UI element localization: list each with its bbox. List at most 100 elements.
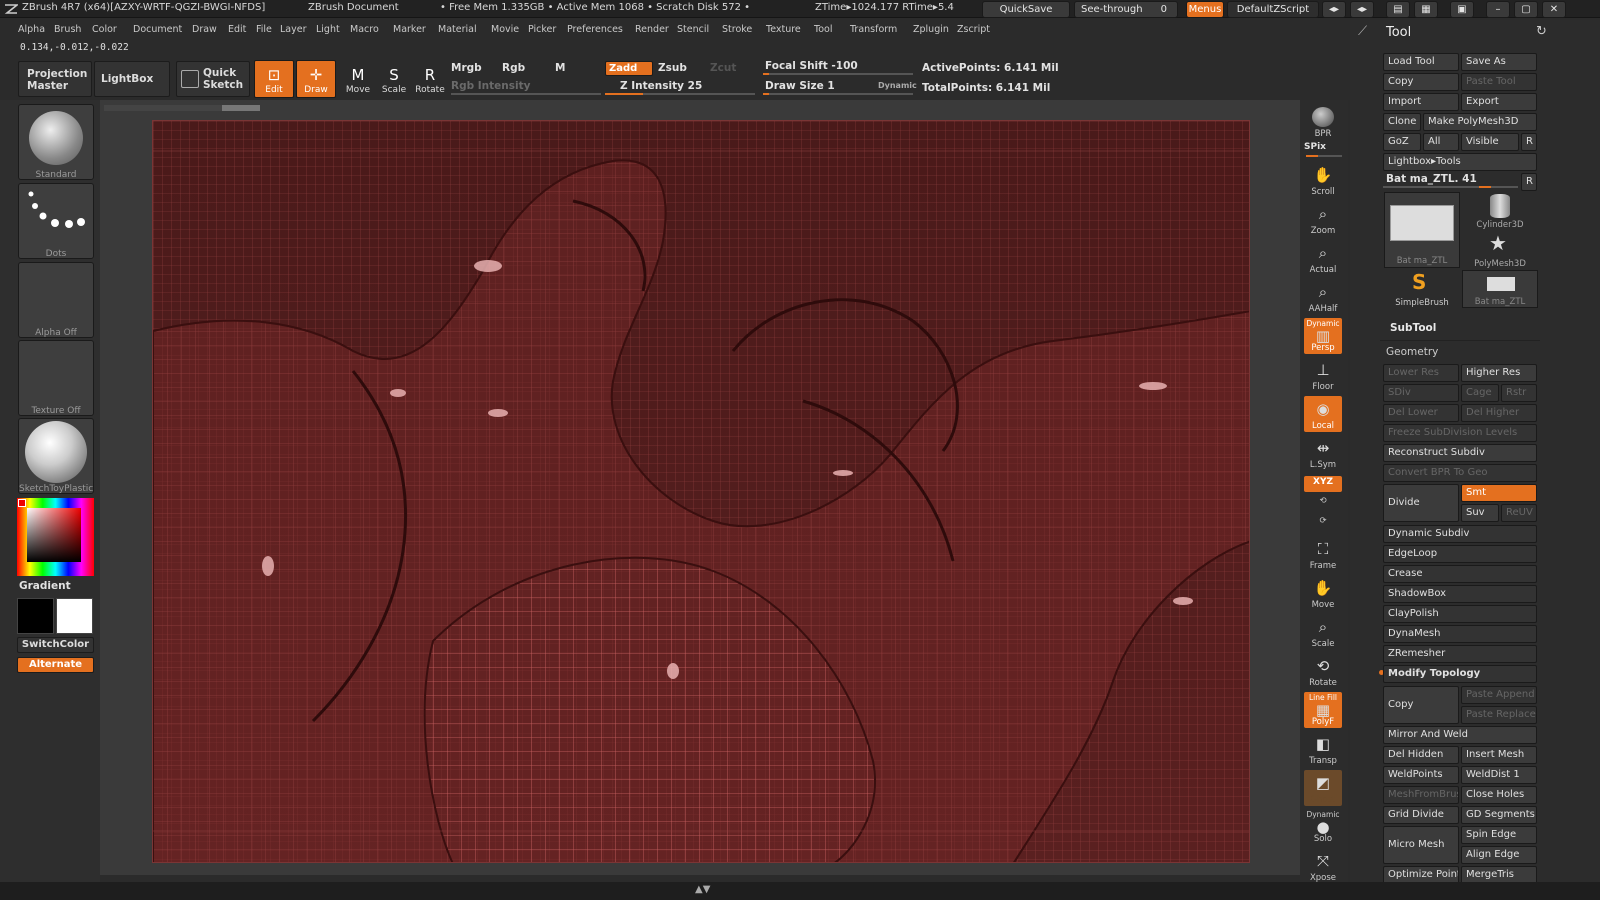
- del-higher-button[interactable]: Del Higher: [1461, 404, 1537, 422]
- menu-zscript[interactable]: Zscript: [957, 24, 990, 35]
- menus-button[interactable]: Menus: [1186, 1, 1224, 18]
- suv-toggle[interactable]: Suv: [1461, 504, 1499, 522]
- reconstruct-subdiv-button[interactable]: Reconstruct Subdiv: [1383, 444, 1537, 462]
- close-holes-button[interactable]: Close Holes: [1461, 786, 1537, 804]
- current-tool-r-button[interactable]: R: [1521, 173, 1537, 191]
- spix-track[interactable]: [1306, 155, 1342, 157]
- tool-palette-title[interactable]: Tool: [1386, 25, 1411, 40]
- menu-marker[interactable]: Marker: [393, 24, 426, 35]
- quick-sketch-button[interactable]: Quick Sketch: [176, 61, 250, 97]
- menu-document[interactable]: Document: [133, 24, 182, 35]
- ui-layout-icon[interactable]: ▤: [1386, 1, 1410, 18]
- zcut-button[interactable]: Zcut: [710, 62, 736, 74]
- lock-icon[interactable]: ▣: [1450, 1, 1474, 18]
- lightbox-tools-button[interactable]: Lightbox▸Tools: [1383, 153, 1537, 171]
- default-zscript-button[interactable]: DefaultZScript: [1227, 1, 1319, 18]
- menu-draw[interactable]: Draw: [192, 24, 217, 35]
- tool-thumb-bat[interactable]: Bat ma_ZTL: [1384, 192, 1460, 268]
- quicksave-button[interactable]: QuickSave: [982, 1, 1070, 18]
- menu-stroke[interactable]: Stroke: [722, 24, 752, 35]
- subtool-section[interactable]: SubTool: [1390, 322, 1436, 334]
- clone-button[interactable]: Clone: [1383, 113, 1421, 131]
- tool-thumb-bat2[interactable]: Bat ma_ZTL: [1462, 270, 1538, 308]
- menu-texture[interactable]: Texture: [766, 24, 801, 35]
- higher-res-button[interactable]: Higher Res: [1461, 364, 1537, 382]
- del-hidden-button[interactable]: Del Hidden: [1383, 746, 1459, 764]
- mirror-and-weld-button[interactable]: Mirror And Weld: [1383, 726, 1537, 744]
- secondary-color-swatch[interactable]: [17, 598, 54, 634]
- menu-alpha[interactable]: Alpha: [18, 24, 45, 35]
- scroll-button[interactable]: ✋ Scroll: [1304, 162, 1342, 198]
- del-lower-button[interactable]: Del Lower: [1383, 404, 1459, 422]
- menu-preferences[interactable]: Preferences: [567, 24, 623, 35]
- edit-button[interactable]: ⊡ Edit: [254, 60, 294, 98]
- minimize-icon[interactable]: –: [1486, 1, 1510, 18]
- menu-tool[interactable]: Tool: [814, 24, 832, 35]
- import-button[interactable]: Import: [1383, 93, 1459, 111]
- actual-button[interactable]: ⌕ Actual: [1304, 240, 1342, 276]
- frame-button[interactable]: ⛶ Frame: [1304, 536, 1342, 572]
- xyz-button[interactable]: XYZ: [1304, 476, 1342, 492]
- zsub-button[interactable]: Zsub: [658, 62, 687, 74]
- mrgb-button[interactable]: Mrgb: [451, 62, 482, 74]
- menu-movie[interactable]: Movie: [491, 24, 519, 35]
- weldpoints-button[interactable]: WeldPoints: [1383, 766, 1459, 784]
- zadd-button[interactable]: Zadd: [605, 61, 653, 76]
- texture-picker[interactable]: Texture Off: [18, 340, 94, 416]
- canvas-scroll-thumb[interactable]: [222, 105, 260, 111]
- meshfrombrush-button[interactable]: MeshFromBrush: [1383, 786, 1459, 804]
- menu-stencil[interactable]: Stencil: [677, 24, 709, 35]
- edgeloop-section[interactable]: EdgeLoop: [1383, 545, 1537, 563]
- goz-all-button[interactable]: All: [1423, 133, 1459, 151]
- paste-replace-button[interactable]: Paste Replace: [1461, 706, 1537, 724]
- copy-subtool-button[interactable]: Copy: [1383, 686, 1459, 724]
- color-saturation-square[interactable]: [27, 508, 81, 562]
- lower-res-button[interactable]: Lower Res: [1383, 364, 1459, 382]
- floor-button[interactable]: ⊥ Floor: [1304, 357, 1342, 393]
- menu-transform[interactable]: Transform: [850, 24, 897, 35]
- close-icon[interactable]: ✕: [1542, 1, 1566, 18]
- save-as-button[interactable]: Save As: [1461, 53, 1537, 71]
- current-tool-track[interactable]: [1383, 186, 1518, 188]
- bpr-button[interactable]: BPR: [1304, 104, 1342, 140]
- xpose-button[interactable]: ⤧ Xpose: [1304, 848, 1342, 884]
- rgb-button[interactable]: Rgb: [502, 62, 525, 74]
- see-through-slider[interactable]: See-through 0: [1074, 1, 1178, 18]
- tool-thumb-simplebrush[interactable]: S SimpleBrush: [1384, 270, 1460, 308]
- alpha-picker[interactable]: Alpha Off: [18, 262, 94, 338]
- copy-tool-button[interactable]: Copy: [1383, 73, 1459, 91]
- menu-brush[interactable]: Brush: [54, 24, 81, 35]
- rotate-view-button[interactable]: ⟲ Rotate: [1304, 653, 1342, 689]
- rstr-button[interactable]: Rstr: [1501, 384, 1537, 402]
- sdiv-slider[interactable]: SDiv: [1383, 384, 1459, 402]
- ghost-button[interactable]: ◩ Ghost: [1304, 770, 1342, 806]
- tool-palette-pin-icon[interactable]: ⟋: [1358, 24, 1367, 39]
- divide-button[interactable]: Divide: [1383, 484, 1459, 522]
- canvas-scroll-indicator[interactable]: [104, 105, 260, 111]
- m-button[interactable]: M: [555, 62, 565, 74]
- reuv-button[interactable]: ReUV: [1501, 504, 1537, 522]
- z-intensity-track[interactable]: [605, 93, 755, 95]
- layout-left-icon[interactable]: ◂▸: [1322, 1, 1346, 18]
- menu-edit[interactable]: Edit: [228, 24, 246, 35]
- persp-button[interactable]: Dynamic ▥ Persp: [1304, 318, 1342, 354]
- solo-button[interactable]: Dynamic ● Solo: [1304, 809, 1342, 845]
- welddist-slider[interactable]: WeldDist 1: [1461, 766, 1537, 784]
- menu-file[interactable]: File: [256, 24, 272, 35]
- scale-button[interactable]: S Scale: [374, 60, 414, 98]
- align-edge-button[interactable]: Align Edge: [1461, 846, 1537, 864]
- zoom-button[interactable]: ⌕ Zoom: [1304, 201, 1342, 237]
- shadowbox-section[interactable]: ShadowBox: [1383, 585, 1537, 603]
- paste-append-button[interactable]: Paste Append: [1461, 686, 1537, 704]
- horse-relief-mesh[interactable]: [152, 120, 1250, 863]
- focal-shift-slider[interactable]: Focal Shift -100: [765, 60, 858, 72]
- alternate-button[interactable]: Alternate: [17, 657, 94, 673]
- goz-visible-button[interactable]: Visible: [1461, 133, 1519, 151]
- dynamic-toggle[interactable]: Dynamic: [878, 81, 917, 90]
- spix-slider[interactable]: SPix: [1304, 142, 1326, 152]
- layout-right-icon[interactable]: ◂▸: [1350, 1, 1374, 18]
- main-color-swatch[interactable]: [56, 598, 93, 634]
- maximize-icon[interactable]: ▢: [1514, 1, 1538, 18]
- local-button[interactable]: ◉ Local: [1304, 396, 1342, 432]
- menu-color[interactable]: Color: [92, 24, 117, 35]
